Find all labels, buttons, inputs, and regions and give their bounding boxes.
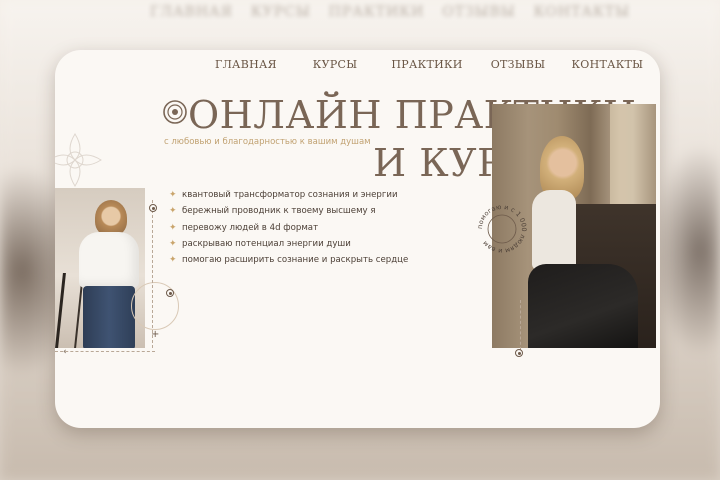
bg-nav-item: ПРАКТИКИ xyxy=(328,4,425,20)
dot-marker xyxy=(166,289,174,297)
nav-reviews[interactable]: ОТЗЫВЫ xyxy=(491,58,546,71)
list-item: ✦ помогаю расширить сознание и раскрыть с… xyxy=(169,252,408,268)
nav-home[interactable]: ГЛАВНАЯ xyxy=(215,58,277,71)
star-icon: ✦ xyxy=(169,222,177,233)
dashed-line xyxy=(520,300,521,350)
badge-text: помогаю и с 1 000 людям и вам xyxy=(476,203,528,255)
star-icon: ✦ xyxy=(169,255,177,266)
dot-marker xyxy=(515,349,523,357)
mandala-icon xyxy=(55,133,102,187)
bg-nav-item: КУРСЫ xyxy=(250,4,311,20)
pants xyxy=(528,264,638,348)
nav-practices[interactable]: ПРАКТИКИ xyxy=(391,58,462,71)
nav-courses[interactable]: КУРСЫ xyxy=(313,58,358,71)
list-item-text: раскрываю потенциал энергии души xyxy=(182,239,351,250)
feature-list: ✦ квантовый трансформатор сознания и энер… xyxy=(169,187,408,268)
list-item: ✦ квантовый трансформатор сознания и энер… xyxy=(169,187,408,203)
dashed-line xyxy=(55,351,155,352)
star-icon: ✦ xyxy=(169,239,177,250)
background-nav: ГЛАВНАЯ КУРСЫ ПРАКТИКИ ОТЗЫВЫ КОНТАКТЫ xyxy=(150,4,630,20)
shirt xyxy=(79,232,139,288)
list-item-text: помогаю расширить сознание и раскрыть се… xyxy=(182,255,409,266)
main-nav: ГЛАВНАЯ КУРСЫ ПРАКТИКИ ОТЗЫВЫ КОНТАКТЫ xyxy=(215,58,643,71)
svg-text:помогаю и с 1 000 людям и вам: помогаю и с 1 000 людям и вам xyxy=(476,203,528,255)
dashed-line xyxy=(152,200,153,348)
jeans xyxy=(83,286,135,348)
star-icon: ✦ xyxy=(169,190,177,201)
list-item: ✦ раскрываю потенциал энергии души xyxy=(169,236,408,252)
list-item: ✦ бережный проводник к твоему высшему я xyxy=(169,203,408,219)
concentric-circles-icon xyxy=(163,100,187,124)
plus-icon: + xyxy=(151,329,160,340)
nav-contacts[interactable]: КОНТАКТЫ xyxy=(571,58,643,71)
shirt xyxy=(532,190,576,270)
list-item: ✦ перевожу людей в 4d формат xyxy=(169,220,408,236)
bg-nav-item: КОНТАКТЫ xyxy=(533,4,630,20)
portrait-photo-left xyxy=(55,188,145,348)
list-item-text: квантовый трансформатор сознания и энерг… xyxy=(182,190,398,201)
bg-nav-item: ОТЗЫВЫ xyxy=(442,4,516,20)
list-item-text: бережный проводник к твоему высшему я xyxy=(182,206,376,217)
star-icon: ✦ xyxy=(169,206,177,217)
dot-marker xyxy=(149,204,157,212)
circular-badge: помогаю и с 1 000 людям и вам xyxy=(476,203,528,255)
bg-nav-item: ГЛАВНАЯ xyxy=(150,4,233,20)
hair xyxy=(95,200,127,236)
list-item-text: перевожу людей в 4d формат xyxy=(182,222,319,233)
chevron-left-icon[interactable]: ‹ xyxy=(63,347,67,357)
hero-subtitle: с любовью и благодарностью к вашим душам xyxy=(164,137,371,147)
landing-card: ГЛАВНАЯ КУРСЫ ПРАКТИКИ ОТЗЫВЫ КОНТАКТЫ О… xyxy=(55,50,660,428)
